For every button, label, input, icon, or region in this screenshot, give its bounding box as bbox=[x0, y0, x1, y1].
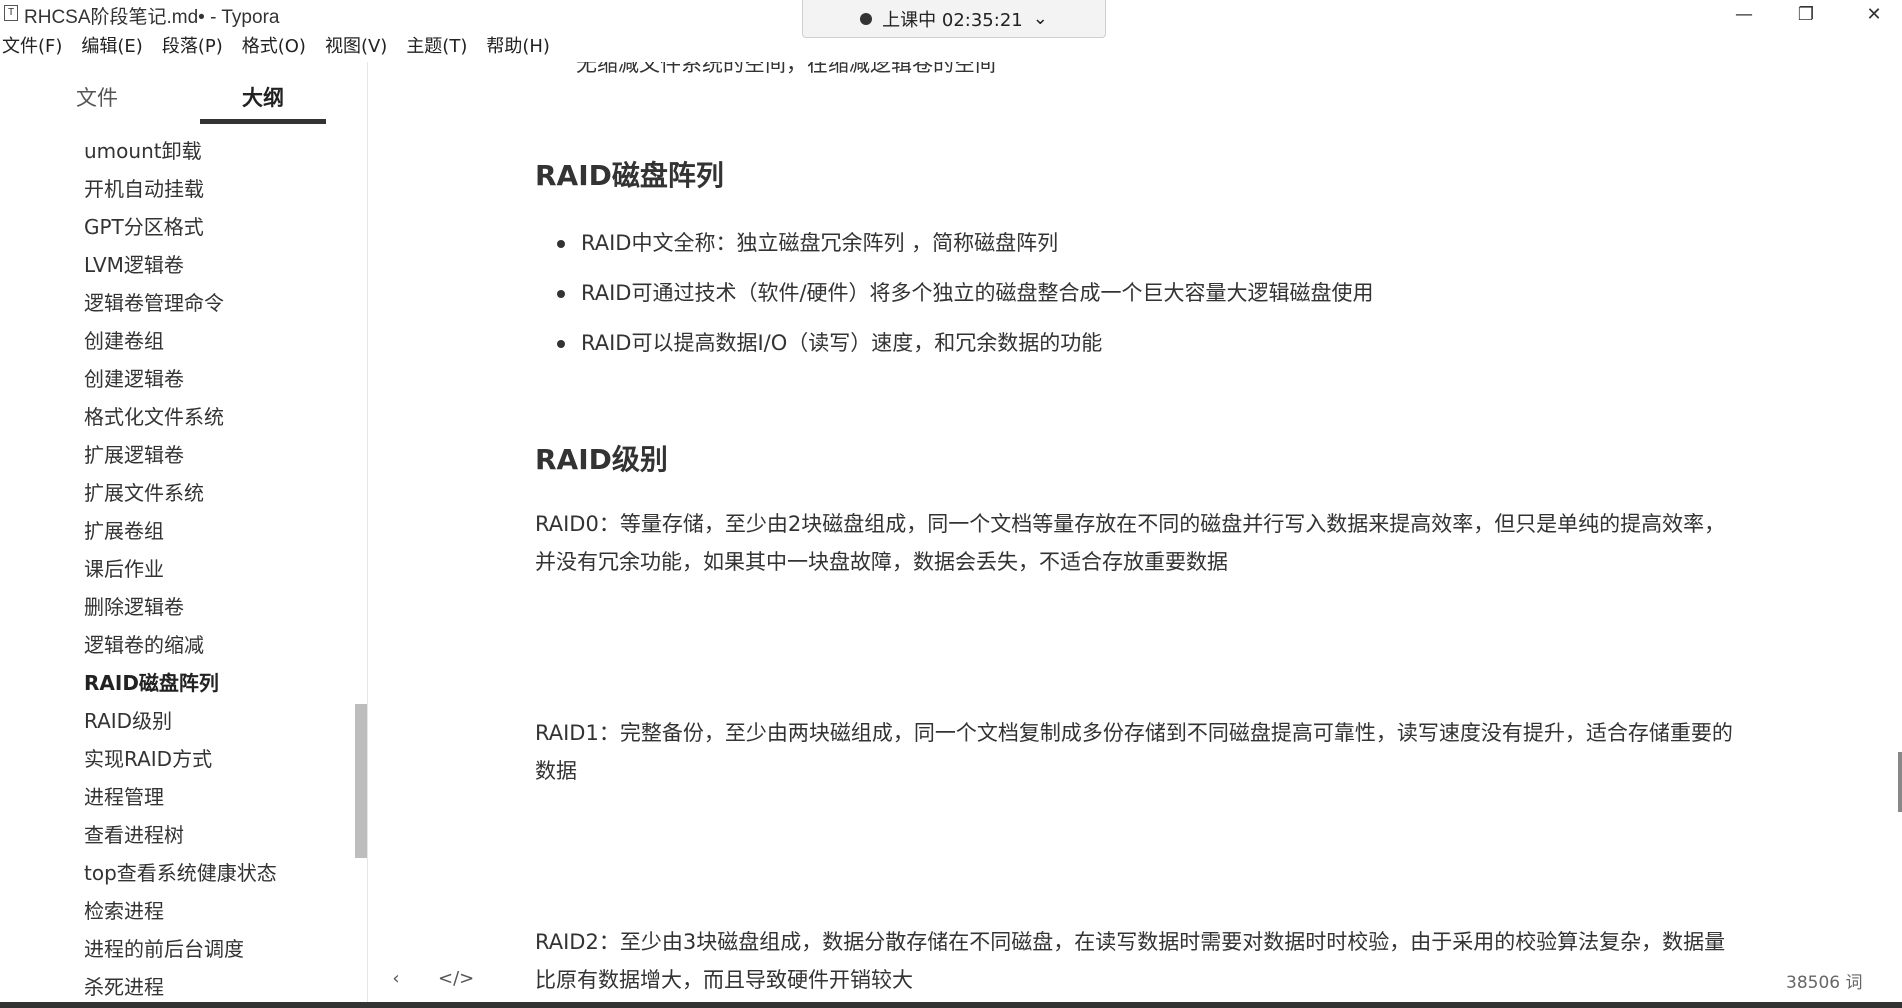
window-title: RHCSA阶段笔记.md• - Typora bbox=[24, 7, 280, 28]
menu-theme[interactable]: 主题(T) bbox=[406, 32, 467, 58]
outline-item[interactable]: 课后作业 bbox=[0, 550, 360, 588]
menu-view[interactable]: 视图(V) bbox=[325, 32, 387, 58]
sidebar-tabs: 文件 大纲 bbox=[0, 62, 367, 126]
outline-item[interactable]: RAID级别 bbox=[0, 702, 360, 740]
partial-text-line: 无缩减文件系统的空间，在缩减逻辑卷的空间 bbox=[576, 62, 996, 76]
outline-list: umount卸载 开机自动挂载 GPT分区格式 LVM逻辑卷 逻辑卷管理命令 创… bbox=[0, 132, 360, 1006]
outline-item[interactable]: 查看进程树 bbox=[0, 816, 360, 854]
outline-item[interactable]: 逻辑卷的缩减 bbox=[0, 626, 360, 664]
word-count[interactable]: 38506 词 bbox=[1786, 968, 1862, 993]
list-item: RAID可以提高数据I/O（读写）速度，和冗余数据的功能 bbox=[535, 318, 1374, 368]
tab-outline[interactable]: 大纲 bbox=[242, 82, 284, 112]
outline-item[interactable]: 创建卷组 bbox=[0, 322, 360, 360]
outline-item[interactable]: 开机自动挂载 bbox=[0, 170, 360, 208]
menu-help[interactable]: 帮助(H) bbox=[486, 32, 550, 58]
editor-scrollbar[interactable] bbox=[1898, 752, 1902, 812]
outline-item[interactable]: 格式化文件系统 bbox=[0, 398, 360, 436]
typora-app-icon: T bbox=[4, 5, 18, 21]
active-tab-indicator bbox=[200, 119, 326, 124]
paragraph-raid2: RAID2：至少由3块磁盘组成，数据分散存储在不同磁盘，在读写数据时需要对数据时… bbox=[535, 930, 1726, 992]
paragraph-raid0: RAID0：等量存储，至少由2块磁盘组成，同一个文档等量存放在不同的磁盘并行写入… bbox=[535, 512, 1726, 574]
restore-button[interactable]: ❐ bbox=[1782, 0, 1830, 28]
outline-item[interactable]: 检索进程 bbox=[0, 892, 360, 930]
menu-bar: 文件(F) 编辑(E) 段落(P) 格式(O) 视图(V) 主题(T) 帮助(H… bbox=[0, 30, 1902, 60]
outline-item[interactable]: 进程管理 bbox=[0, 778, 360, 816]
minimize-button[interactable]: — bbox=[1720, 0, 1768, 28]
menu-format[interactable]: 格式(O) bbox=[242, 32, 306, 58]
sidebar-scrollbar[interactable] bbox=[355, 704, 367, 858]
outline-item[interactable]: 扩展逻辑卷 bbox=[0, 436, 360, 474]
outline-item[interactable]: LVM逻辑卷 bbox=[0, 246, 360, 284]
tab-files[interactable]: 文件 bbox=[76, 82, 118, 112]
bottom-border bbox=[0, 1002, 1902, 1008]
outline-item[interactable]: 逻辑卷管理命令 bbox=[0, 284, 360, 322]
outline-item[interactable]: 杀死进程 bbox=[0, 968, 360, 1006]
raid-bullet-list: RAID中文全称：独立磁盘冗余阵列 ，简称磁盘阵列 RAID可通过技术（软件/硬… bbox=[535, 218, 1374, 368]
outline-item[interactable]: 进程的前后台调度 bbox=[0, 930, 360, 968]
source-code-icon[interactable]: </> bbox=[438, 968, 474, 989]
outline-item[interactable]: 删除逻辑卷 bbox=[0, 588, 360, 626]
record-dot-icon bbox=[860, 12, 873, 25]
outline-item[interactable]: 实现RAID方式 bbox=[0, 740, 360, 778]
heading-raid: RAID磁盘阵列 bbox=[535, 159, 724, 192]
outline-item[interactable]: 创建逻辑卷 bbox=[0, 360, 360, 398]
heading-raid-level: RAID级别 bbox=[535, 443, 668, 476]
outline-item[interactable]: 扩展文件系统 bbox=[0, 474, 360, 512]
chevron-left-icon[interactable]: ‹ bbox=[384, 968, 408, 989]
outline-item-active[interactable]: RAID磁盘阵列 bbox=[0, 664, 360, 702]
list-item: RAID中文全称：独立磁盘冗余阵列 ，简称磁盘阵列 bbox=[535, 218, 1374, 268]
footer-toolbar: ‹ </> bbox=[384, 968, 474, 989]
menu-file[interactable]: 文件(F) bbox=[2, 32, 62, 58]
outline-item[interactable]: top查看系统健康状态 bbox=[0, 854, 360, 892]
outline-item[interactable]: GPT分区格式 bbox=[0, 208, 360, 246]
editor[interactable]: 无缩减文件系统的空间，在缩减逻辑卷的空间 RAID磁盘阵列 RAID中文全称：独… bbox=[368, 62, 1902, 1008]
close-button[interactable]: ✕ bbox=[1850, 0, 1898, 28]
menu-edit[interactable]: 编辑(E) bbox=[81, 32, 142, 58]
list-item: RAID可通过技术（软件/硬件）将多个独立的磁盘整合成一个巨大容量大逻辑磁盘使用 bbox=[535, 268, 1374, 318]
menu-paragraph[interactable]: 段落(P) bbox=[162, 32, 223, 58]
timer-label: 上课中 02:35:21 bbox=[882, 9, 1023, 31]
outline-item[interactable]: 扩展卷组 bbox=[0, 512, 360, 550]
paragraph-raid1: RAID1：完整备份，至少由两块磁组成，同一个文档复制成多份存储到不同磁盘提高可… bbox=[535, 721, 1733, 783]
chevron-down-icon[interactable]: ⌄ bbox=[1033, 8, 1048, 29]
sidebar: 文件 大纲 umount卸载 开机自动挂载 GPT分区格式 LVM逻辑卷 逻辑卷… bbox=[0, 62, 368, 1008]
outline-item[interactable]: umount卸载 bbox=[0, 132, 360, 170]
